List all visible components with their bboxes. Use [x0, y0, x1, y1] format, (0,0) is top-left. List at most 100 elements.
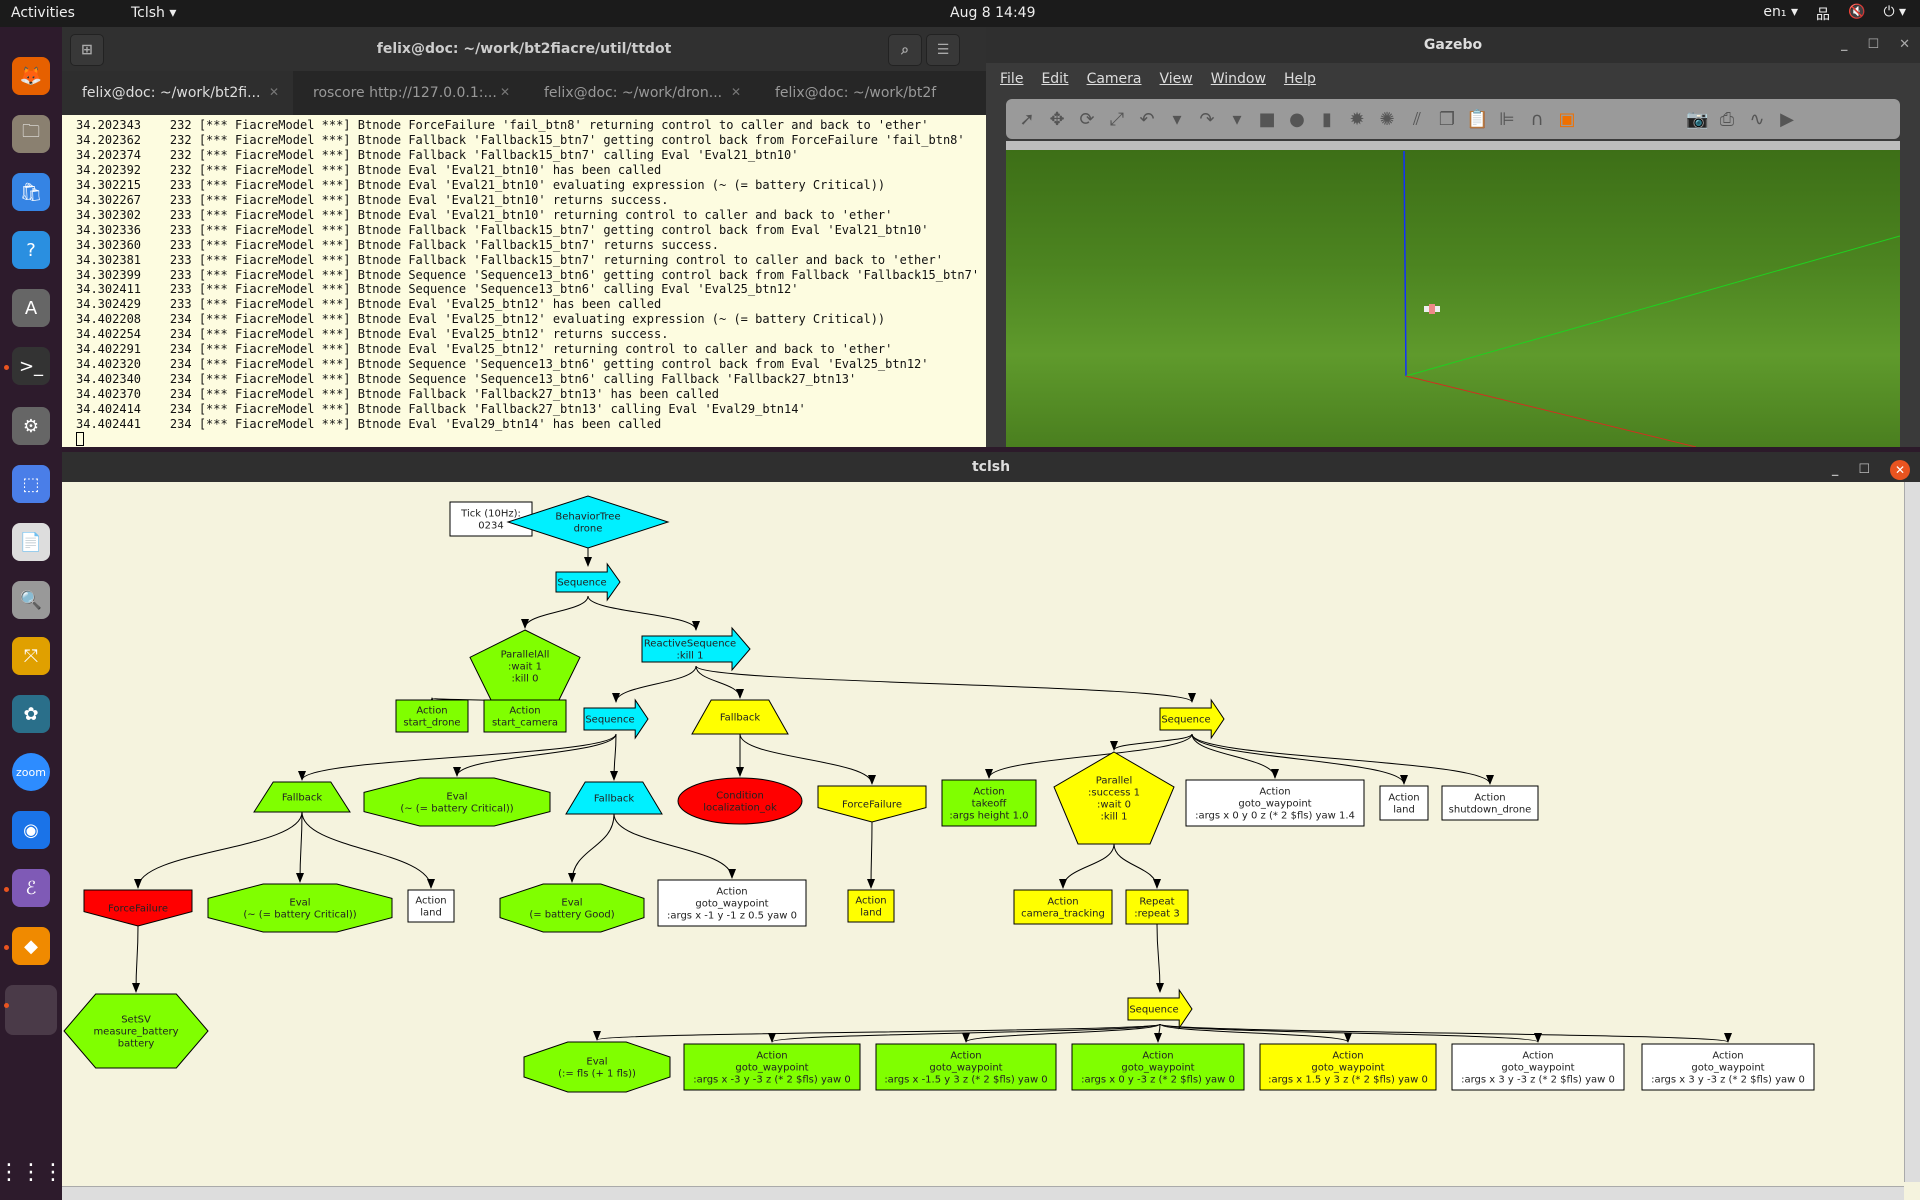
- menu-edit[interactable]: Edit: [1041, 71, 1068, 97]
- dock-help-icon[interactable]: ?: [12, 231, 50, 269]
- tclsh-titlebar[interactable]: tclsh _ ☐ ✕: [62, 452, 1920, 482]
- behavior-tree-canvas[interactable]: Tick (10Hz): 0234 BehaviorTree drone Sequenc…: [62, 482, 1892, 1182]
- bt-node-ffR[interactable]: ForceFailure: [83, 889, 193, 927]
- close-tab-icon[interactable]: ✕: [731, 85, 741, 99]
- dock-software-icon[interactable]: 🛍: [12, 173, 50, 211]
- point-light-icon[interactable]: ✹: [1346, 109, 1368, 130]
- dock-emacs-icon[interactable]: ℰ: [12, 869, 50, 907]
- minimize-button[interactable]: _: [1841, 27, 1848, 63]
- bt-node-seq2[interactable]: Sequence: [583, 698, 649, 740]
- activities-button[interactable]: Activities: [11, 5, 75, 21]
- bt-node-par[interactable]: ParallelAll:wait 1:kill 0: [469, 629, 581, 703]
- directional-light-icon[interactable]: ⫽: [1406, 109, 1428, 130]
- gazebo-titlebar[interactable]: Gazebo _ ☐ ✕: [986, 27, 1920, 63]
- menu-file[interactable]: File: [1000, 71, 1023, 97]
- menu-window[interactable]: Window: [1211, 71, 1266, 97]
- redo-menu-icon[interactable]: ▾: [1226, 109, 1248, 130]
- bt-node-fbL[interactable]: Fallback: [253, 781, 351, 813]
- menu-camera[interactable]: Camera: [1087, 71, 1142, 97]
- bt-node-a_start[interactable]: Actionstart_drone: [395, 699, 469, 733]
- maximize-button[interactable]: ☐: [1867, 27, 1879, 63]
- vertical-scrollbar[interactable]: [1904, 482, 1920, 1182]
- dock-screenshot-icon[interactable]: ⬚: [12, 465, 50, 503]
- bt-node-w4[interactable]: Actiongoto_waypoint:args x 1.5 y 3 z (* …: [1259, 1043, 1437, 1091]
- dock-yed-icon[interactable]: ⤧: [12, 637, 50, 675]
- bt-node-ff1[interactable]: ForceFailure: [817, 785, 927, 823]
- terminal-output[interactable]: 34.202343 232 [*** FiacreModel ***] Btno…: [62, 115, 986, 447]
- rotate-icon[interactable]: ⟳: [1076, 109, 1098, 130]
- dock-tclsh-icon[interactable]: [5, 985, 57, 1035]
- terminal-tab[interactable]: felix@doc: ~/work/bt2fi... ✕: [62, 71, 293, 115]
- system-tray[interactable]: en₁ ▾ 品 🔇 ⏻ ▾: [1763, 4, 1906, 24]
- power-icon[interactable]: ⏻ ▾: [1883, 4, 1906, 24]
- terminal-titlebar[interactable]: ⊞ felix@doc: ~/work/bt2fiacre/util/ttdot…: [62, 27, 986, 71]
- bt-node-rep[interactable]: Repeat:repeat 3: [1125, 889, 1189, 925]
- snap-icon[interactable]: ∩: [1526, 109, 1548, 130]
- bt-node-par2[interactable]: Parallel:success 1:wait 0:kill 1: [1053, 751, 1175, 845]
- bt-node-land2[interactable]: Actionland: [1379, 785, 1429, 821]
- language-indicator[interactable]: en₁ ▾: [1763, 4, 1798, 24]
- translate-icon[interactable]: ✥: [1046, 109, 1068, 130]
- bt-node-seq3[interactable]: Sequence: [1159, 698, 1225, 740]
- redo-icon[interactable]: ↷: [1196, 109, 1218, 130]
- bt-node-evalG[interactable]: Eval(= battery Good): [499, 883, 645, 933]
- terminal-tab[interactable]: felix@doc: ~/work/bt2f: [755, 71, 986, 115]
- bt-node-seq4[interactable]: Sequence: [1127, 988, 1193, 1030]
- screenshot-icon[interactable]: 📷: [1686, 109, 1708, 130]
- bt-node-w5[interactable]: Actiongoto_waypoint:args x 3 y -3 z (* 2…: [1451, 1043, 1625, 1091]
- bt-node-w1[interactable]: Actiongoto_waypoint:args x -3 y -3 z (* …: [683, 1043, 861, 1091]
- cylinder-icon[interactable]: ▮: [1316, 109, 1338, 130]
- close-tab-icon[interactable]: ✕: [269, 85, 279, 99]
- drone-model[interactable]: [1424, 304, 1440, 314]
- bt-node-rseq[interactable]: ReactiveSequence:kill 1: [641, 626, 751, 672]
- paste-icon[interactable]: 📋: [1466, 109, 1488, 130]
- bt-node-w2[interactable]: Actiongoto_waypoint:args x -1.5 y 3 z (*…: [875, 1043, 1057, 1091]
- bt-node-land3[interactable]: Actionland: [847, 889, 895, 923]
- dock-document-viewer-icon[interactable]: 📄: [12, 523, 50, 561]
- dock-gazebo-icon[interactable]: ◆: [12, 927, 50, 965]
- sound-muted-icon[interactable]: 🔇: [1848, 4, 1865, 24]
- dock-image-viewer-icon[interactable]: 🔍: [12, 581, 50, 619]
- copy-icon[interactable]: ❐: [1436, 109, 1458, 130]
- dock-firefox-icon[interactable]: 🦊: [12, 57, 50, 95]
- bt-node-setsv[interactable]: SetSVmeasure_batterybattery: [63, 993, 209, 1069]
- box-icon[interactable]: ■: [1256, 109, 1278, 130]
- dock-zoom-icon[interactable]: zoom: [12, 753, 50, 791]
- spot-light-icon[interactable]: ✺: [1376, 109, 1398, 130]
- minimize-button[interactable]: _: [1832, 455, 1839, 485]
- search-icon[interactable]: ⌕: [888, 34, 922, 66]
- view-angle-icon[interactable]: ▣: [1556, 109, 1578, 130]
- video-icon[interactable]: ▶: [1776, 109, 1798, 130]
- bt-node-camtr[interactable]: Actioncamera_tracking: [1013, 889, 1113, 925]
- dock-settings-icon[interactable]: ⚙: [12, 407, 50, 445]
- bt-node-takeoff[interactable]: Actiontakeoff:args height 1.0: [941, 779, 1037, 827]
- bt-node-cond[interactable]: Conditionlocalization_ok: [677, 777, 803, 825]
- bt-node-gw0[interactable]: Actiongoto_waypoint:args x 0 y 0 z (* 2 …: [1185, 779, 1365, 827]
- menu-view[interactable]: View: [1160, 71, 1193, 97]
- new-tab-icon[interactable]: ⊞: [70, 34, 104, 66]
- undo-menu-icon[interactable]: ▾: [1166, 109, 1188, 130]
- log-icon[interactable]: ⎙: [1716, 109, 1738, 130]
- network-icon[interactable]: 品: [1816, 4, 1830, 24]
- plot-icon[interactable]: ∿: [1746, 109, 1768, 130]
- terminal-tab[interactable]: roscore http://127.0.0.1:... ✕: [293, 71, 524, 115]
- bt-node-seq1[interactable]: Sequence: [555, 562, 621, 602]
- clock[interactable]: Aug 8 14:49: [950, 5, 1036, 21]
- dock-software-updater-icon[interactable]: A: [12, 289, 50, 327]
- dock-inkscape-app-icon[interactable]: ✿: [12, 695, 50, 733]
- menu-help[interactable]: Help: [1284, 71, 1316, 97]
- bt-node-a_cam[interactable]: Actionstart_camera: [483, 699, 567, 733]
- select-arrow-icon[interactable]: ➚: [1016, 109, 1038, 130]
- show-applications-icon[interactable]: ⋮⋮⋮: [0, 1153, 64, 1191]
- align-icon[interactable]: ⊫: [1496, 109, 1518, 130]
- bt-node-land1[interactable]: Actionland: [407, 889, 455, 923]
- bt-node-gwA[interactable]: Actiongoto_waypoint:args x -1 y -1 z 0.5…: [657, 879, 807, 927]
- dock-chrome-icon[interactable]: ◉: [12, 811, 50, 849]
- bt-node-evalF[interactable]: Eval(:= fls (+ 1 fls)): [523, 1041, 671, 1093]
- dock-terminal-icon[interactable]: >_: [12, 347, 50, 385]
- bt-node-fbC[interactable]: Fallback: [565, 781, 663, 815]
- horizontal-scrollbar[interactable]: [62, 1186, 1904, 1200]
- sphere-icon[interactable]: ●: [1286, 109, 1308, 130]
- close-tab-icon[interactable]: ✕: [500, 85, 510, 99]
- 3d-viewport[interactable]: [1006, 141, 1900, 447]
